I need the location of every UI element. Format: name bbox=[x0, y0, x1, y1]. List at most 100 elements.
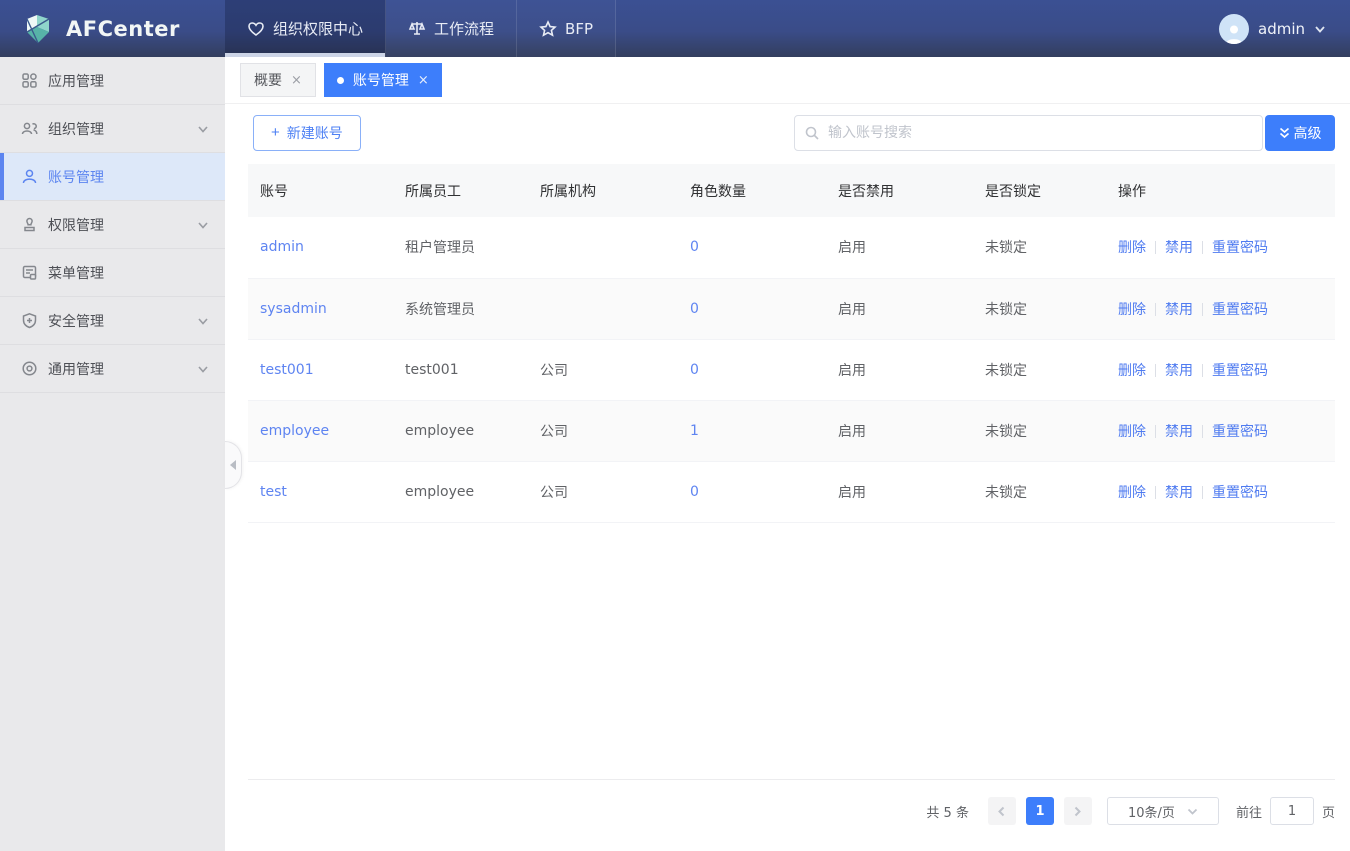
tab-account-management[interactable]: 账号管理 × bbox=[323, 63, 442, 97]
advanced-search-button[interactable]: 高级 bbox=[1265, 114, 1335, 151]
accounts-table: 账号 所属员工 所属机构 角色数量 是否禁用 是否锁定 操作 admin 租户管… bbox=[248, 164, 1335, 523]
target-icon bbox=[22, 361, 37, 376]
chevron-down-icon bbox=[198, 221, 208, 229]
role-count-link[interactable]: 0 bbox=[690, 484, 699, 500]
divider bbox=[1202, 485, 1203, 499]
sidebar-item-label: 组织管理 bbox=[48, 121, 104, 138]
chevron-down-icon bbox=[1187, 808, 1198, 815]
page-size-value: 10条/页 bbox=[1128, 805, 1175, 821]
disable-link[interactable]: 禁用 bbox=[1165, 363, 1193, 379]
cell-locked: 未锁定 bbox=[973, 339, 1106, 401]
nav-item-bfp[interactable]: BFP bbox=[517, 0, 616, 57]
document-icon bbox=[22, 265, 37, 280]
search-input[interactable] bbox=[794, 114, 1263, 151]
avatar bbox=[1219, 13, 1249, 44]
pagination: 共 5 条 1 10条/页 前往 页 bbox=[926, 797, 1335, 825]
reset-password-link[interactable]: 重置密码 bbox=[1212, 302, 1268, 318]
sidebar-item-label: 权限管理 bbox=[48, 217, 104, 234]
col-role-count: 角色数量 bbox=[678, 164, 826, 217]
chevron-down-icon bbox=[198, 125, 208, 133]
role-count-link[interactable]: 0 bbox=[690, 301, 699, 317]
col-actions: 操作 bbox=[1106, 164, 1335, 217]
reset-password-link[interactable]: 重置密码 bbox=[1212, 363, 1268, 379]
role-count-link[interactable]: 1 bbox=[690, 423, 699, 439]
user-name: admin bbox=[1258, 19, 1305, 38]
stamp-icon bbox=[24, 217, 35, 232]
disable-link[interactable]: 禁用 bbox=[1165, 240, 1193, 256]
new-account-label: 新建账号 bbox=[286, 124, 343, 141]
account-link[interactable]: employee bbox=[260, 423, 329, 439]
reset-password-link[interactable]: 重置密码 bbox=[1212, 424, 1268, 440]
main-content: 概要 × 账号管理 × + 新建账号 高级 bbox=[225, 57, 1350, 851]
account-link[interactable]: test bbox=[260, 484, 287, 500]
nav-item-org-permission-center[interactable]: 组织权限中心 bbox=[225, 0, 387, 57]
sidebar-item-org-management[interactable]: 组织管理 bbox=[0, 105, 225, 153]
account-link[interactable]: sysadmin bbox=[260, 301, 327, 317]
pagination-footer: 共 5 条 1 10条/页 前往 页 bbox=[248, 779, 1335, 851]
sidebar-item-security-management[interactable]: 安全管理 bbox=[0, 297, 225, 345]
shield-plus-icon bbox=[22, 313, 37, 329]
cell-disabled: 启用 bbox=[826, 461, 973, 523]
account-link[interactable]: test001 bbox=[260, 362, 314, 378]
delete-link[interactable]: 删除 bbox=[1118, 363, 1146, 379]
nav-item-label: 组织权限中心 bbox=[273, 20, 364, 38]
tab-bar: 概要 × 账号管理 × bbox=[225, 57, 1350, 104]
disable-link[interactable]: 禁用 bbox=[1165, 485, 1193, 501]
active-dot-icon bbox=[336, 76, 344, 84]
page-number-button[interactable]: 1 bbox=[1025, 797, 1054, 825]
goto-label: 前往 bbox=[1235, 805, 1262, 821]
sidebar: 应用管理 组织管理 账号管理 权限管理 菜单管理 安全管理 通用管理 bbox=[0, 57, 225, 851]
sidebar-item-menu-management[interactable]: 菜单管理 bbox=[0, 249, 225, 297]
people-icon bbox=[21, 122, 38, 135]
sidebar-item-general-management[interactable]: 通用管理 bbox=[0, 345, 225, 393]
reset-password-link[interactable]: 重置密码 bbox=[1212, 240, 1268, 256]
sidebar-item-label: 安全管理 bbox=[48, 313, 104, 330]
page-unit-label: 页 bbox=[1321, 805, 1335, 821]
sidebar-item-app-management[interactable]: 应用管理 bbox=[0, 57, 225, 105]
delete-link[interactable]: 删除 bbox=[1118, 240, 1146, 256]
delete-link[interactable]: 删除 bbox=[1118, 424, 1146, 440]
role-count-link[interactable]: 0 bbox=[690, 362, 699, 378]
tab-label: 账号管理 bbox=[352, 73, 409, 89]
page-size-select[interactable]: 10条/页 bbox=[1106, 797, 1219, 825]
account-search bbox=[794, 114, 1263, 151]
disable-link[interactable]: 禁用 bbox=[1165, 424, 1193, 440]
tab-overview[interactable]: 概要 × bbox=[240, 63, 316, 97]
role-count-link[interactable]: 0 bbox=[690, 239, 699, 255]
nav-item-label: BFP bbox=[565, 19, 593, 38]
sidebar-item-account-management[interactable]: 账号管理 bbox=[0, 153, 225, 201]
delete-link[interactable]: 删除 bbox=[1118, 485, 1146, 501]
close-icon[interactable]: × bbox=[291, 73, 302, 88]
cell-employee: 租户管理员 bbox=[393, 217, 528, 279]
chevron-down-icon bbox=[198, 365, 208, 373]
divider bbox=[1202, 424, 1203, 438]
cell-disabled: 启用 bbox=[826, 400, 973, 462]
new-account-button[interactable]: + 新建账号 bbox=[253, 114, 361, 151]
plus-icon: + bbox=[271, 124, 280, 141]
total-count: 共 5 条 bbox=[926, 805, 969, 821]
close-icon[interactable]: × bbox=[418, 73, 429, 88]
sidebar-item-permission-management[interactable]: 权限管理 bbox=[0, 201, 225, 249]
col-locked: 是否锁定 bbox=[973, 164, 1106, 217]
nav-item-workflow[interactable]: 工作流程 bbox=[386, 0, 518, 57]
table-row: admin 租户管理员 0 启用 未锁定 删除 禁用 重置密码 bbox=[248, 217, 1335, 279]
reset-password-link[interactable]: 重置密码 bbox=[1212, 485, 1268, 501]
delete-link[interactable]: 删除 bbox=[1118, 302, 1146, 318]
goto-page-input[interactable] bbox=[1269, 797, 1314, 825]
account-link[interactable]: admin bbox=[260, 239, 304, 255]
cell-employee: test001 bbox=[393, 339, 528, 401]
disable-link[interactable]: 禁用 bbox=[1165, 302, 1193, 318]
next-page-button[interactable] bbox=[1063, 797, 1092, 825]
scale-icon bbox=[408, 21, 426, 35]
sidebar-item-label: 通用管理 bbox=[48, 361, 104, 378]
prev-page-button[interactable] bbox=[987, 797, 1016, 825]
col-employee: 所属员工 bbox=[393, 164, 528, 217]
divider bbox=[1155, 485, 1156, 499]
divider bbox=[1155, 424, 1156, 438]
table-row: sysadmin 系统管理员 0 启用 未锁定 删除 禁用 重置密码 bbox=[248, 278, 1335, 340]
advanced-label: 高级 bbox=[1293, 125, 1322, 142]
cell-org bbox=[528, 278, 678, 340]
chevron-left-icon bbox=[230, 460, 236, 470]
user-menu[interactable]: admin bbox=[1219, 0, 1350, 57]
sidebar-item-label: 菜单管理 bbox=[48, 265, 104, 282]
